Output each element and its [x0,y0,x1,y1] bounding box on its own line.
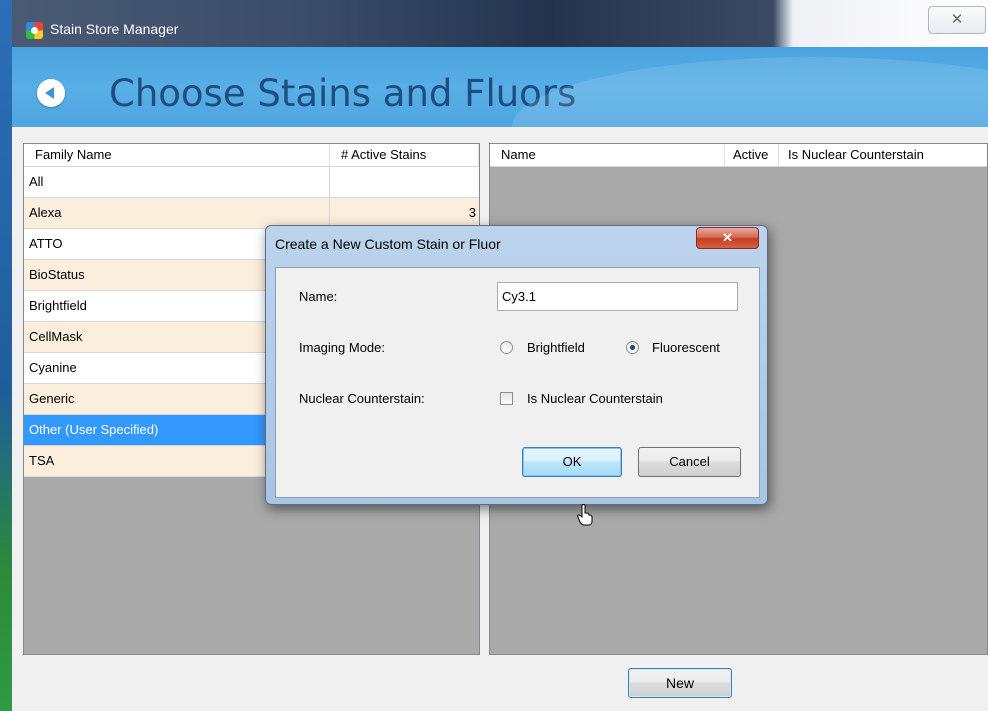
new-stain-dialog: Create a New Custom Stain or Fluor ✕ Nam… [265,225,768,526]
app-logo-icon [26,22,43,39]
family-row[interactable]: All [24,167,479,198]
brightfield-radio[interactable] [500,341,513,354]
nuclear-checkbox-label[interactable]: Is Nuclear Counterstain [527,391,663,406]
back-arrow-icon[interactable] [37,79,65,107]
column-header-family-name[interactable]: Family Name [24,144,330,166]
name-label: Name: [299,289,338,304]
cancel-button[interactable]: Cancel [638,447,741,477]
fluorescent-radio-label[interactable]: Fluorescent [652,340,720,355]
column-header-active[interactable]: Active [725,144,779,166]
new-button[interactable]: New [628,668,732,698]
fluorescent-radio[interactable] [626,341,639,354]
ok-button[interactable]: OK [522,447,622,477]
active-count-cell: 3 [468,205,476,220]
mouse-pointer-icon [577,504,593,526]
imaging-mode-label: Imaging Mode: [299,340,385,355]
window-title: Stain Store Manager [50,21,179,37]
dialog-body: Name: Cy3.1 Imaging Mode: Brightfield Fl… [275,267,760,526]
page-header: Choose Stains and Fluors [12,47,988,127]
brightfield-radio-label[interactable]: Brightfield [527,340,585,355]
nuclear-counterstain-label: Nuclear Counterstain: [299,391,425,406]
column-header-active-stains[interactable]: # Active Stains [330,144,479,166]
stain-grid-header: Name Active Is Nuclear Counterstain [490,144,987,167]
stain-store-manager-window: Stain Store Manager ✕ Choose Stains and … [12,0,988,711]
window-close-button[interactable]: ✕ [928,6,986,34]
name-input[interactable]: Cy3.1 [497,282,738,311]
desktop-edge [0,0,12,711]
column-header-nuclear[interactable]: Is Nuclear Counterstain [779,144,987,166]
dialog-close-button[interactable]: ✕ [696,227,759,249]
dialog-title: Create a New Custom Stain or Fluor [275,236,501,252]
family-name-cell: All [24,167,330,197]
title-bar[interactable]: Stain Store Manager ✕ [12,0,988,47]
page-title: Choose Stains and Fluors [109,72,577,115]
family-grid-header: Family Name # Active Stains [24,144,479,167]
close-icon: ✕ [950,11,964,28]
active-count-cell [330,167,479,197]
column-header-name[interactable]: Name [490,144,725,166]
family-name-cell: Alexa [24,198,330,228]
close-icon: ✕ [722,230,733,245]
nuclear-counterstain-checkbox[interactable] [500,392,513,405]
